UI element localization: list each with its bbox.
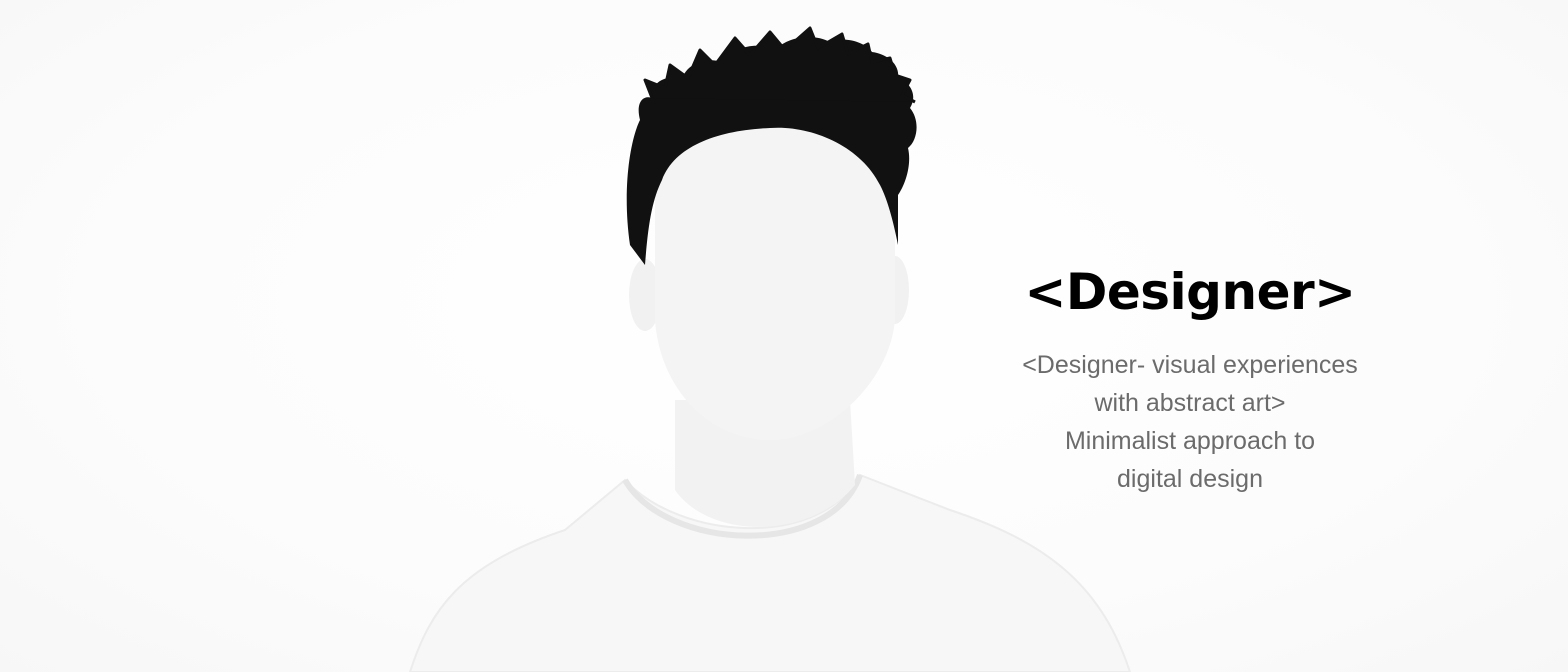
subtitle-line: Minimalist approach to [1064,427,1316,455]
subtitle-line: <Designer- visual experiences [1022,351,1358,379]
subtitle-line: with abstract art> [1094,389,1286,417]
page-title: <Designer> [1024,263,1356,321]
hero-subtitle: <Designer- visual experiences with abstr… [980,346,1400,498]
hair-spikes [643,26,916,104]
head [655,115,895,440]
hero-section: <Designer> <Designer- visual experiences… [0,0,1568,672]
subtitle-line: digital design [1117,465,1263,493]
hero-text: <Designer> <Designer- visual experiences… [980,262,1400,498]
